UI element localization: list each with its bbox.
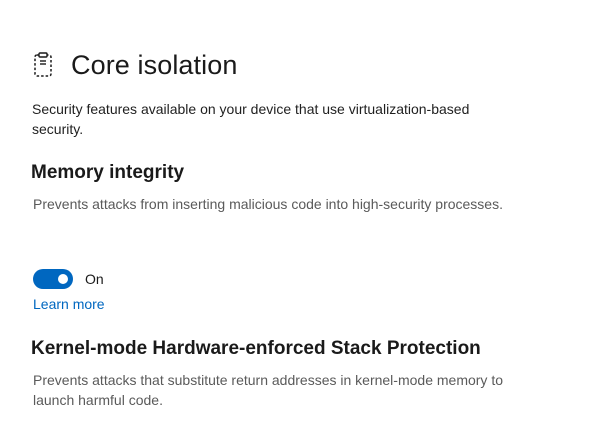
core-isolation-page: Core isolation Security features availab… xyxy=(0,0,591,421)
learn-more-link[interactable]: Learn more xyxy=(33,296,105,312)
intro-text: Security features available on your devi… xyxy=(32,101,470,137)
memory-integrity-toggle-state: On xyxy=(85,271,104,287)
kernel-stack-protection-description: Prevents attacks that substitute return … xyxy=(33,372,503,408)
memory-integrity-heading: Memory integrity xyxy=(31,162,185,183)
toggle-knob xyxy=(58,274,68,284)
core-isolation-chip-icon xyxy=(31,50,55,80)
page-header: Core isolation xyxy=(31,48,238,82)
memory-integrity-toggle-row: On xyxy=(33,269,104,289)
kernel-stack-protection-heading: Kernel-mode Hardware-enforced Stack Prot… xyxy=(31,338,481,359)
page-title: Core isolation xyxy=(71,50,238,80)
memory-integrity-description: Prevents attacks from inserting maliciou… xyxy=(33,196,503,212)
memory-integrity-toggle[interactable] xyxy=(33,269,73,289)
